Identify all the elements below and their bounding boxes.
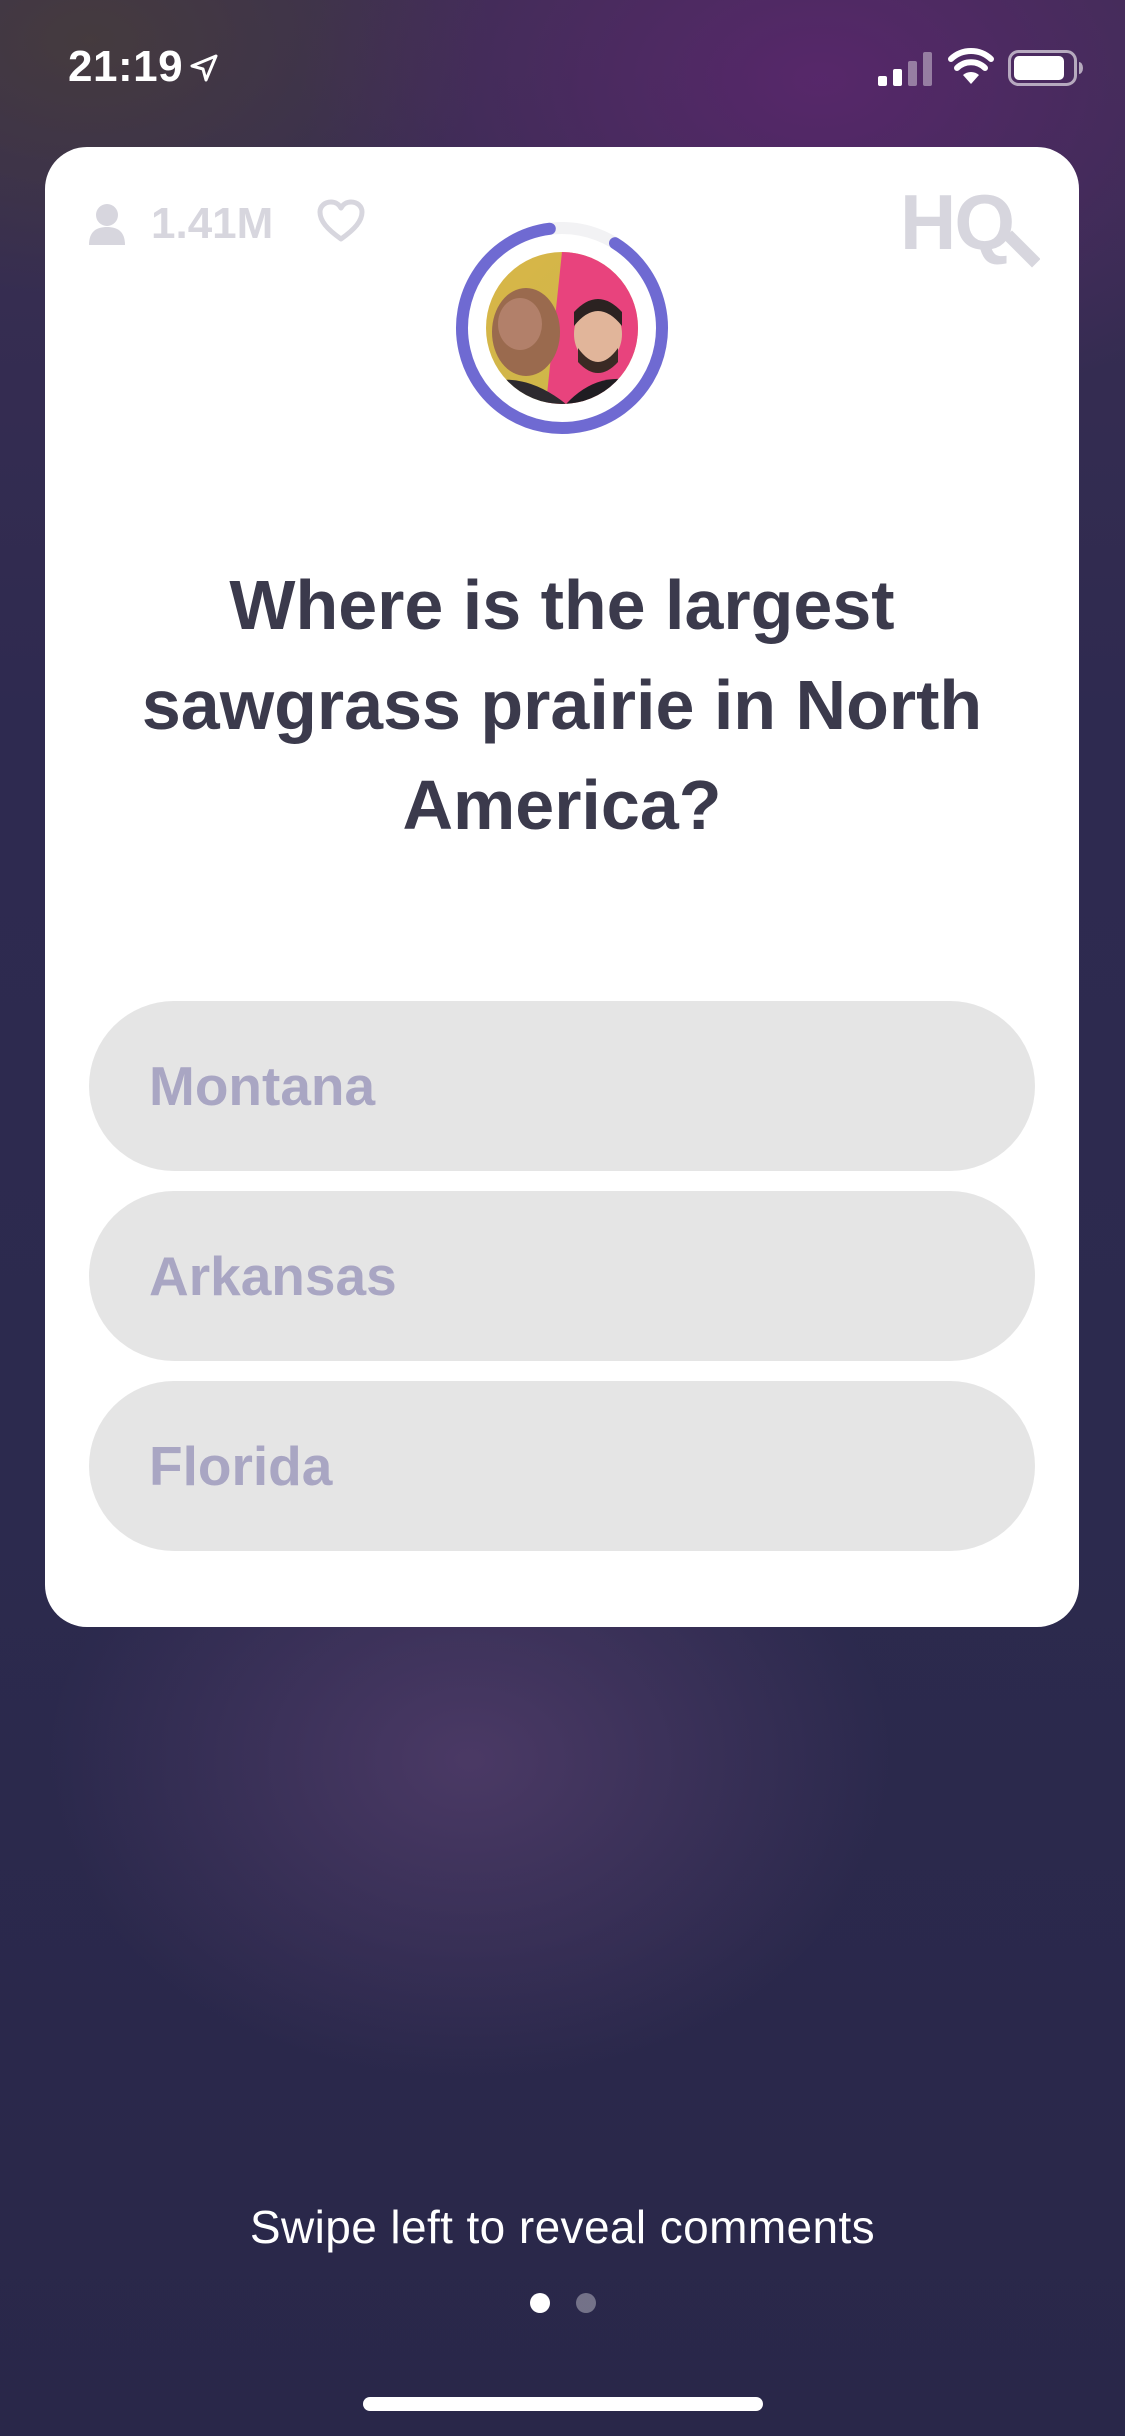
page-indicator[interactable] — [0, 2293, 1125, 2313]
answer-list: Montana Arkansas Florida — [89, 1001, 1035, 1571]
status-bar: 21:19 — [0, 0, 1125, 140]
viewer-count: 1.41M — [87, 199, 273, 249]
hq-logo: HQ — [900, 183, 1040, 268]
swipe-hint: Swipe left to reveal comments — [249, 2201, 876, 2253]
location-arrow-icon — [190, 54, 218, 82]
answer-label: Florida — [149, 1435, 333, 1497]
answer-option-1[interactable]: Montana — [89, 1001, 1035, 1171]
heart-icon[interactable] — [317, 199, 365, 243]
hq-logo-text: HQ — [900, 183, 1013, 266]
question-card: 1.41M HQ Where is the largest sawgrass p… — [45, 147, 1079, 1627]
question-text: Where is the largest sawgrass prairie in… — [141, 566, 983, 844]
answer-label: Montana — [149, 1055, 376, 1117]
answer-option-2[interactable]: Arkansas — [89, 1191, 1035, 1361]
page-dot-1[interactable] — [529, 2293, 550, 2313]
viewer-count-label: 1.41M — [151, 199, 274, 248]
answer-label: Arkansas — [149, 1245, 397, 1307]
status-time: 21:19 — [68, 42, 184, 91]
battery-icon — [1008, 50, 1083, 86]
host-avatar — [486, 252, 638, 404]
person-icon — [89, 204, 125, 245]
home-indicator[interactable] — [363, 2397, 763, 2411]
wifi-icon — [948, 48, 994, 84]
answer-option-3[interactable]: Florida — [89, 1381, 1035, 1551]
page-dot-2[interactable] — [575, 2293, 596, 2313]
cellular-signal-icon — [878, 52, 932, 86]
